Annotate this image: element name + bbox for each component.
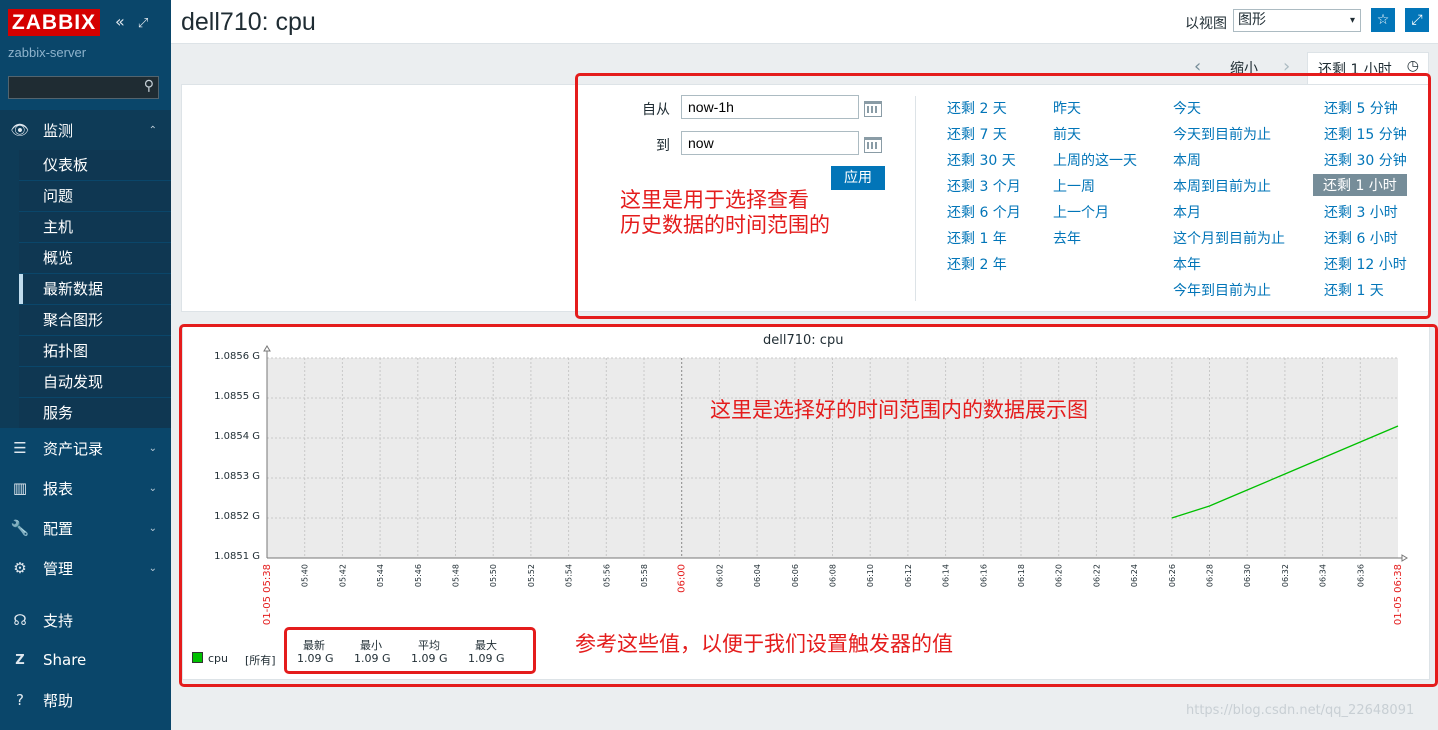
legend-scope: [所有] — [245, 654, 276, 667]
expand-icon[interactable]: ⤢ — [138, 16, 148, 31]
menu-label: 帮助 — [43, 691, 74, 710]
server-name: zabbix-server — [8, 45, 87, 60]
favorite-button[interactable]: ☆ — [1371, 8, 1395, 32]
menu-label: 支持 — [43, 611, 74, 630]
view-select-value: 图形 — [1238, 12, 1266, 28]
double-chevron-left-icon[interactable]: « — [115, 12, 125, 31]
menu-reports[interactable]: ▥ 报表 ⌄ — [0, 468, 171, 508]
menu-label: 配置 — [43, 519, 74, 538]
watermark: https://blog.csdn.net/qq_22648091 — [1186, 703, 1415, 718]
gear-icon: ⚙ — [13, 559, 27, 577]
menu-share[interactable]: Z Share — [0, 640, 171, 680]
menu-item-hosts[interactable]: 主机 — [19, 212, 171, 243]
search-icon[interactable]: ⚲ — [144, 78, 154, 94]
menu-item-maps[interactable]: 拓扑图 — [19, 336, 171, 367]
menu-inventory[interactable]: ☰ 资产记录 ⌄ — [0, 428, 171, 468]
zabbix-logo[interactable]: ZABBIX — [8, 9, 100, 36]
list-icon: ☰ — [13, 439, 27, 457]
bar-chart-icon: ▥ — [12, 479, 28, 497]
sidebar-search-input[interactable]: ⚲ — [8, 76, 159, 99]
chevron-down-icon: ⌄ — [148, 522, 157, 534]
page-title: dell710: cpu — [181, 8, 316, 36]
star-icon: ☆ — [1376, 12, 1390, 28]
annotation-filter-line2: 历史数据的时间范围的 — [620, 213, 830, 237]
fullscreen-button[interactable]: ⤢ — [1405, 8, 1429, 32]
annotation-graph: 这里是选择好的时间范围内的数据展示图 — [710, 398, 1088, 422]
monitoring-submenu: 仪表板 问题 主机 概览 最新数据 聚合图形 拓扑图 自动发现 服务 — [19, 150, 171, 429]
menu-label: Share — [43, 651, 87, 669]
menu-support[interactable]: ☊ 支持 — [0, 600, 171, 640]
annotation-legend: 参考这些值，以便于我们设置触发器的值 — [575, 632, 953, 656]
menu-item-problems[interactable]: 问题 — [19, 181, 171, 212]
fullscreen-icon: ⤢ — [1411, 12, 1423, 28]
menu-configuration[interactable]: 🔧 配置 ⌄ — [0, 508, 171, 548]
menu-item-overview[interactable]: 概览 — [19, 243, 171, 274]
menu-administration[interactable]: ⚙ 管理 ⌄ — [0, 548, 171, 588]
menu-label: 资产记录 — [43, 439, 104, 458]
question-icon: ? — [16, 691, 24, 709]
page-header: dell710: cpu 以视图 图形 ▾ ☆ ⤢ — [171, 0, 1438, 44]
menu-monitoring[interactable]: 👁 监测 ⌃ — [0, 110, 171, 150]
wrench-icon: 🔧 — [10, 519, 30, 537]
view-select[interactable]: 图形 ▾ — [1233, 9, 1361, 32]
menu-label: 监测 — [43, 121, 74, 140]
menu-help[interactable]: ? 帮助 — [0, 680, 171, 720]
menu-item-services[interactable]: 服务 — [19, 398, 171, 429]
chevron-up-icon: ⌃ — [148, 124, 157, 136]
menu-label: 报表 — [43, 479, 74, 498]
eye-icon: 👁 — [10, 121, 30, 139]
annotation-box-legend — [284, 627, 536, 674]
chevron-down-icon: ⌄ — [148, 562, 157, 574]
legend-series-name: cpu — [208, 652, 229, 665]
chevron-down-icon: ▾ — [1349, 15, 1355, 26]
menu-item-dashboard[interactable]: 仪表板 — [19, 150, 171, 181]
clock-icon: ◷ — [1406, 58, 1419, 74]
submenu-indent — [0, 150, 19, 428]
z-icon: Z — [15, 652, 25, 668]
legend-color-swatch — [192, 652, 203, 663]
view-label: 以视图 — [1185, 16, 1227, 32]
annotation-filter-line1: 这里是用于选择查看 — [620, 188, 809, 212]
menu-item-screens[interactable]: 聚合图形 — [19, 305, 171, 336]
menu-item-latest-data[interactable]: 最新数据 — [19, 274, 171, 305]
menu-item-discovery[interactable]: 自动发现 — [19, 367, 171, 398]
sidebar-controls: « ⤢ — [115, 12, 156, 31]
menu-label: 管理 — [43, 559, 74, 578]
chevron-down-icon: ⌄ — [148, 442, 157, 454]
chevron-down-icon: ⌄ — [148, 482, 157, 494]
headset-icon: ☊ — [13, 611, 27, 629]
